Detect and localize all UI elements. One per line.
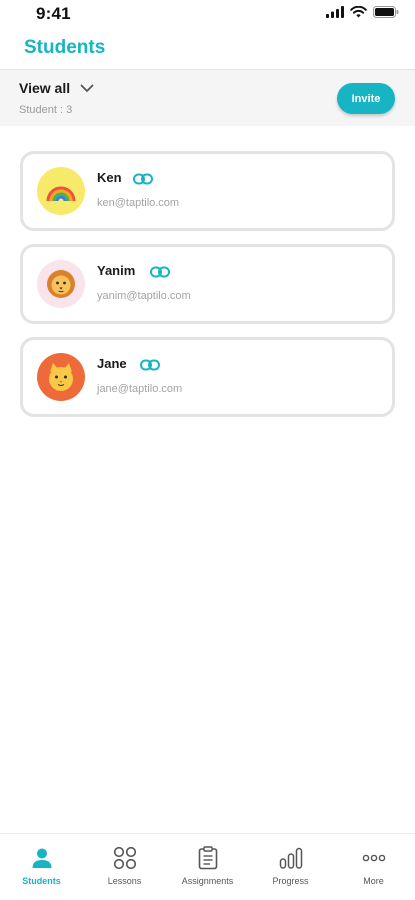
battery-icon — [373, 6, 399, 18]
person-icon — [31, 846, 53, 870]
four-circles-icon — [113, 846, 137, 870]
tab-assignments[interactable]: Assignments — [166, 834, 249, 900]
student-card[interactable]: Ken ken@taptilo.com — [20, 151, 395, 231]
rainbow-avatar-icon — [37, 167, 85, 215]
bottom-tab-bar: Students Lessons Assignments Progress Mo… — [0, 833, 415, 900]
tab-lessons[interactable]: Lessons — [83, 834, 166, 900]
tab-label: Students — [22, 876, 61, 886]
student-email: jane@taptilo.com — [97, 383, 183, 395]
view-all-label: View all — [19, 80, 71, 96]
student-name: Ken — [97, 170, 122, 185]
tab-label: Lessons — [107, 876, 142, 886]
tab-label: Progress — [272, 876, 309, 886]
student-count: Student : 3 — [19, 104, 73, 116]
link-icon[interactable] — [133, 173, 153, 185]
view-all-dropdown[interactable]: View all — [19, 80, 94, 96]
student-card[interactable]: Yanim yanim@taptilo.com — [20, 244, 395, 324]
student-email: ken@taptilo.com — [97, 197, 180, 209]
cellular-signal-icon — [326, 6, 344, 18]
status-time: 9:41 — [36, 4, 71, 23]
status-icons — [326, 6, 399, 18]
ellipsis-icon — [362, 846, 386, 870]
tab-students[interactable]: Students — [0, 834, 83, 900]
tab-label: More — [363, 876, 384, 886]
student-name: Jane — [97, 356, 127, 371]
student-card[interactable]: Jane jane@taptilo.com — [20, 337, 395, 417]
page-title: Students — [24, 37, 106, 58]
cat-avatar-icon — [37, 353, 85, 401]
student-name: Yanim — [97, 263, 136, 278]
invite-button[interactable]: Invite — [337, 83, 395, 114]
wifi-icon — [350, 6, 367, 18]
clipboard-icon — [198, 846, 218, 870]
link-icon[interactable] — [140, 359, 160, 371]
tab-label: Assignments — [181, 876, 234, 886]
student-list: Ken ken@taptilo.com Yanim yanim@taptilo.… — [20, 151, 395, 430]
filter-bar: View all Student : 3 Invite — [0, 69, 415, 126]
link-icon[interactable] — [150, 266, 170, 278]
tab-more[interactable]: More — [332, 834, 415, 900]
chevron-down-icon — [80, 84, 94, 92]
student-email: yanim@taptilo.com — [97, 290, 191, 302]
status-bar: 9:41 — [0, 0, 415, 30]
bar-chart-icon — [279, 846, 303, 870]
tab-progress[interactable]: Progress — [249, 834, 332, 900]
lion-avatar-icon — [37, 260, 85, 308]
